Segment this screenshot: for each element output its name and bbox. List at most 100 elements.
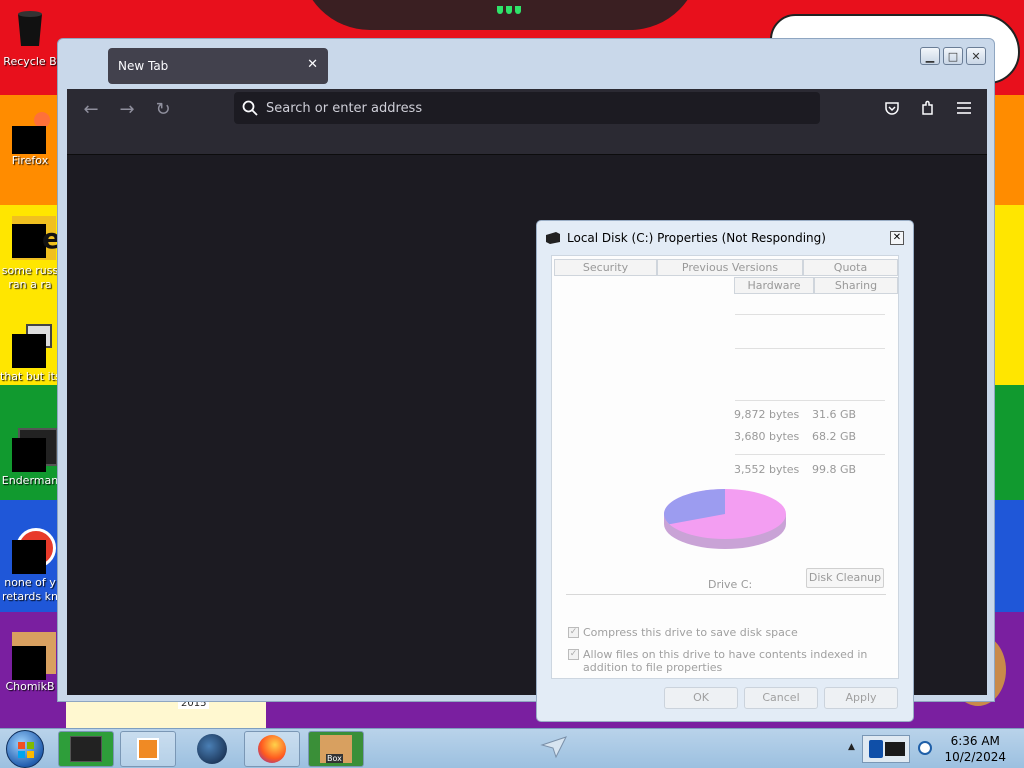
divider [735,454,885,455]
properties-dialog[interactable]: Local Disk (C:) Properties (Not Respondi… [536,220,914,722]
desktop-icon-media[interactable]: none of y retards kn [0,528,60,604]
taskbar-item-firefox[interactable] [244,731,300,767]
checkbox-check-icon: ✓ [568,649,579,660]
divider [735,400,885,401]
navigation-toolbar: ← → ↻ Search or enter address [67,89,987,155]
internet-explorer-icon: e [12,216,61,262]
media-icon [12,528,56,574]
desktop-icon-label: Enderman [1,474,59,487]
wallpaper-dots [497,6,521,14]
system-tray: ▲ 6:36 AM 10/2/2024 [840,729,1024,768]
desktop-icon-ie-shortcut[interactable]: e some russ ran a ra [0,216,61,292]
forward-icon[interactable]: → [115,99,139,120]
media-player-icon [137,738,159,760]
ok-button[interactable]: OK [664,687,738,709]
capacity-gb: 99.8 GB [812,463,857,476]
taskbar-item-steam[interactable] [184,731,240,767]
desktop-icon-label: some russ [1,264,59,277]
desktop-icon-label: that but its [0,370,60,383]
desktop-icon-label: Recycle B [3,55,57,68]
address-placeholder: Search or enter address [266,100,423,116]
tab-sharing[interactable]: Sharing [814,277,898,294]
desktop-icon-recycle-bin[interactable]: Recycle B [0,6,60,69]
capacity-bytes: 3,552 bytes [734,463,800,476]
taskbar: Box ▲ 6:36 AM 10/2/2024 [0,728,1024,768]
hamster-box-icon: Box [320,735,352,763]
back-icon[interactable]: ← [79,99,103,120]
free-space-gb: 68.2 GB [812,430,857,443]
minimize-button[interactable]: ▁ [920,47,940,65]
desktop-icon-shortcut[interactable]: that but its [0,324,60,384]
folder-stack-icon [12,324,52,368]
drive-label: Drive C: [708,578,753,591]
tab-new-tab[interactable]: New Tab ✕ [108,48,328,84]
window-controls: ▁ □ ✕ [920,47,986,65]
tab-security[interactable]: Security [554,259,657,276]
index-label: Allow files on this drive to have conten… [583,648,868,674]
desktop-icon-label-line2: retards kn [2,590,58,603]
menu-icon[interactable] [953,97,975,119]
firefox-icon [12,112,50,154]
steam-icon [197,734,227,764]
wallpaper-paper [66,700,266,730]
wallpaper-shape [300,0,700,30]
recycle-bin-icon [18,11,42,46]
desktop-icon-label: ChomikB [5,680,55,693]
tab-close-icon[interactable]: ✕ [307,57,318,72]
extensions-icon[interactable] [917,97,939,119]
compress-label: Compress this drive to save disk space [583,626,798,639]
window-icon [70,736,102,762]
pocket-icon[interactable] [881,97,903,119]
divider [566,594,886,595]
taskbar-item-window[interactable] [58,731,114,767]
clock[interactable]: 6:36 AM 10/2/2024 [944,733,1006,765]
firefox-icon [258,735,286,763]
compress-checkbox[interactable]: ✓ Compress this drive to save disk space [568,626,878,639]
tray-sync-icon[interactable] [918,741,932,755]
search-icon [242,100,258,116]
disk-usage-pie-chart [664,489,786,549]
address-bar[interactable]: Search or enter address [234,92,820,124]
tab-title: New Tab [118,59,169,73]
divider [735,348,885,349]
desktop-icon-chomik[interactable]: ChomikB [0,632,60,694]
start-button[interactable] [6,730,44,768]
clock-time: 6:36 AM [950,734,1000,748]
taskbar-item-media-player[interactable] [120,731,176,767]
tab-row-1: Security Previous Versions Quota [554,259,898,276]
used-space-bytes: 9,872 bytes [734,408,800,421]
desktop-icon-label-line2: ran a ra [8,278,52,291]
tab-row-2: Hardware Sharing [734,277,898,294]
dialog-panel: Security Previous Versions Quota Hardwar… [551,255,899,679]
index-checkbox[interactable]: ✓ Allow files on this drive to have cont… [568,648,878,674]
window-titlebar[interactable]: New Tab ✕ ▁ □ ✕ [58,39,994,89]
dialog-close-button[interactable]: ✕ [890,231,904,245]
used-space-gb: 31.6 GB [812,408,857,421]
dialog-titlebar[interactable]: Local Disk (C:) Properties (Not Respondi… [545,227,826,249]
hamster-icon [12,632,56,680]
cancel-button[interactable]: Cancel [744,687,818,709]
desktop-icon-firefox[interactable]: Firefox [0,112,60,168]
windows-logo-icon [18,742,34,758]
checkbox-check-icon: ✓ [568,627,579,638]
divider [735,314,885,315]
desktop-icon-label: Firefox [11,154,49,167]
box-label: Box [326,754,343,763]
tray-expand-icon[interactable]: ▲ [848,742,855,752]
tab-previous-versions[interactable]: Previous Versions [657,259,803,276]
tray-network-icon[interactable] [862,735,910,763]
maximize-button[interactable]: □ [943,47,963,65]
close-button[interactable]: ✕ [966,47,986,65]
apply-button[interactable]: Apply [824,687,898,709]
reload-icon[interactable]: ↻ [151,99,175,120]
drive-icon [546,232,560,244]
enderman-icon [12,428,58,472]
desktop-icon-enderman[interactable]: Enderman [0,428,60,488]
tab-hardware[interactable]: Hardware [734,277,814,294]
disk-cleanup-button[interactable]: Disk Cleanup [806,568,884,588]
dialog-title: Local Disk (C:) Properties (Not Respondi… [567,231,826,245]
cursor-arrow-icon [540,736,567,759]
clock-date: 10/2/2024 [944,750,1006,764]
taskbar-item-chomik-box[interactable]: Box [308,731,364,767]
tab-quota[interactable]: Quota [803,259,898,276]
